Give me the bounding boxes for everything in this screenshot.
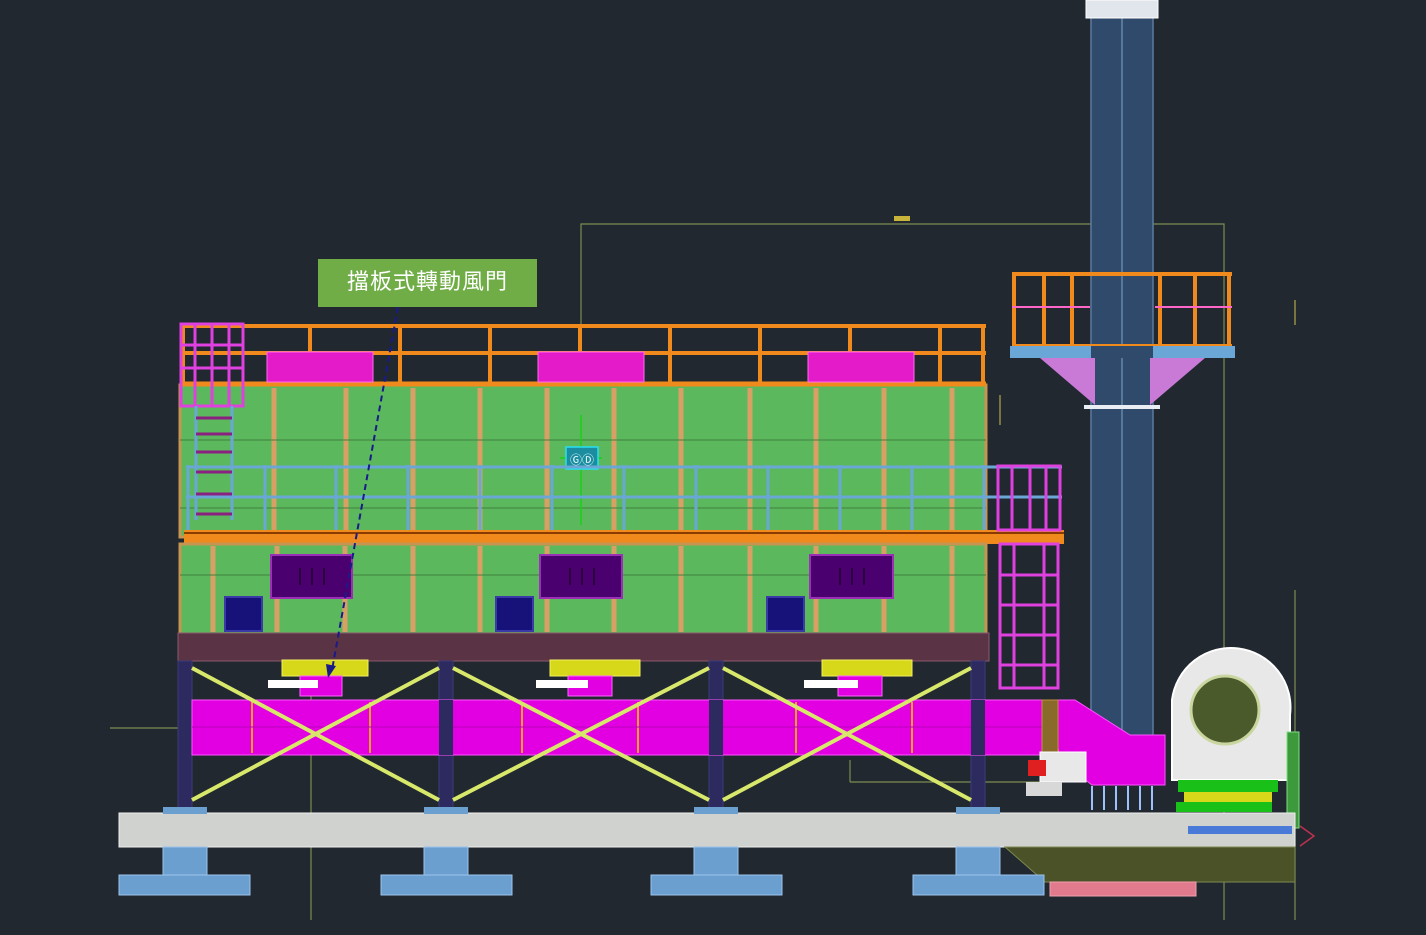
fan-inlet [1189,674,1261,746]
footing-pedestal [423,846,469,876]
fan-motor [1026,751,1087,796]
roof-hatch [537,351,645,383]
footing-pad [380,874,513,896]
tank-base-beam [177,632,990,662]
fan-base [1178,780,1278,792]
sump-pit [1049,881,1197,897]
footings [118,846,1045,896]
footing-pedestal [693,846,739,876]
stack-band [1084,405,1160,409]
damper [536,659,641,697]
tank-center-tag-text: ⒼⒹ [570,453,594,467]
footing-pad [912,874,1045,896]
footing-pedestal [955,846,1001,876]
damper [804,659,913,697]
damper [268,659,369,697]
rotary-dampers [268,659,913,697]
footing-pad [118,874,251,896]
roof-hatch [807,351,915,383]
damper-actuator-bank [1091,786,1153,810]
right-ladder-cage [996,464,1062,690]
roof-hatches [266,351,915,383]
footing-pad [650,874,783,896]
foundation-extension [1003,846,1296,883]
centrifugal-fan [1171,647,1292,812]
inspection-panel [495,596,534,632]
damper-callout-label: 擋板式轉動風門 [318,259,537,307]
base-slab [118,812,1296,848]
cad-drawing-viewport[interactable]: ⒼⒹ 擋板式轉動風門 [0,0,1426,931]
duct-elbow [1041,699,1059,756]
drain-channel [1188,826,1292,834]
inspection-panel [766,596,805,632]
inspection-panel [224,596,263,632]
stack-cap [1085,0,1159,19]
footing-pedestal [162,846,208,876]
roof-hatch [266,351,374,383]
dimension-label-mark [894,216,910,221]
equipment-elevation-drawing: ⒼⒹ [110,0,1316,920]
support-column [177,660,193,812]
